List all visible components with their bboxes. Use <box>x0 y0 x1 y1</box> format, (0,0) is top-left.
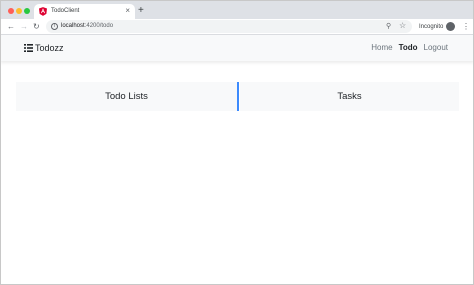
reload-icon[interactable]: ↻ <box>33 21 40 33</box>
tab-close-icon[interactable]: × <box>125 6 130 16</box>
browser-toolbar: ← → ↻ i localhost:4200/todo ⚲ ☆ Incognit… <box>0 19 474 35</box>
incognito-label: Incognito <box>419 24 444 30</box>
todo-lists-heading: Todo Lists <box>105 91 148 102</box>
tasks-heading: Tasks <box>337 91 362 102</box>
brand-name: Todozz <box>35 43 64 53</box>
url-text[interactable]: localhost:4200/todo <box>61 22 113 31</box>
nav-link-logout[interactable]: Logout <box>424 42 448 54</box>
url-host: localhost <box>61 23 85 29</box>
window-close-button[interactable] <box>8 8 14 14</box>
tab-title: TodoClient <box>51 8 80 14</box>
tasks-panel: Tasks <box>240 82 459 111</box>
new-tab-icon[interactable]: + <box>138 5 144 17</box>
site-info-icon[interactable]: i <box>51 23 58 30</box>
incognito-icon[interactable] <box>446 22 455 31</box>
bookmark-star-icon[interactable]: ☆ <box>399 20 406 32</box>
browser-tab-strip: TodoClient × + <box>0 0 474 19</box>
back-arrow-icon[interactable]: ← <box>7 21 15 33</box>
address-bar[interactable]: i localhost:4200/todo ⚲ ☆ <box>46 20 412 33</box>
list-icon <box>24 44 33 52</box>
app-navbar: Todozz Home Todo Logout <box>0 35 474 61</box>
url-path: :4200/todo <box>84 23 114 29</box>
forward-arrow-icon[interactable]: → <box>20 21 28 33</box>
browser-tab[interactable]: TodoClient × <box>34 4 135 19</box>
todo-lists-panel: Todo Lists <box>16 82 237 111</box>
zoom-icon[interactable]: ⚲ <box>386 21 391 32</box>
nav-links: Home Todo Logout <box>365 42 448 54</box>
panel-divider[interactable] <box>237 82 239 111</box>
window-minimize-button[interactable] <box>16 8 22 14</box>
nav-link-todo[interactable]: Todo <box>399 42 418 54</box>
browser-menu-icon[interactable]: ⋮ <box>462 21 470 33</box>
nav-link-home[interactable]: Home <box>371 42 392 54</box>
window-zoom-button[interactable] <box>24 8 30 14</box>
brand-link[interactable]: Todozz <box>24 41 64 55</box>
angular-icon <box>39 7 47 16</box>
